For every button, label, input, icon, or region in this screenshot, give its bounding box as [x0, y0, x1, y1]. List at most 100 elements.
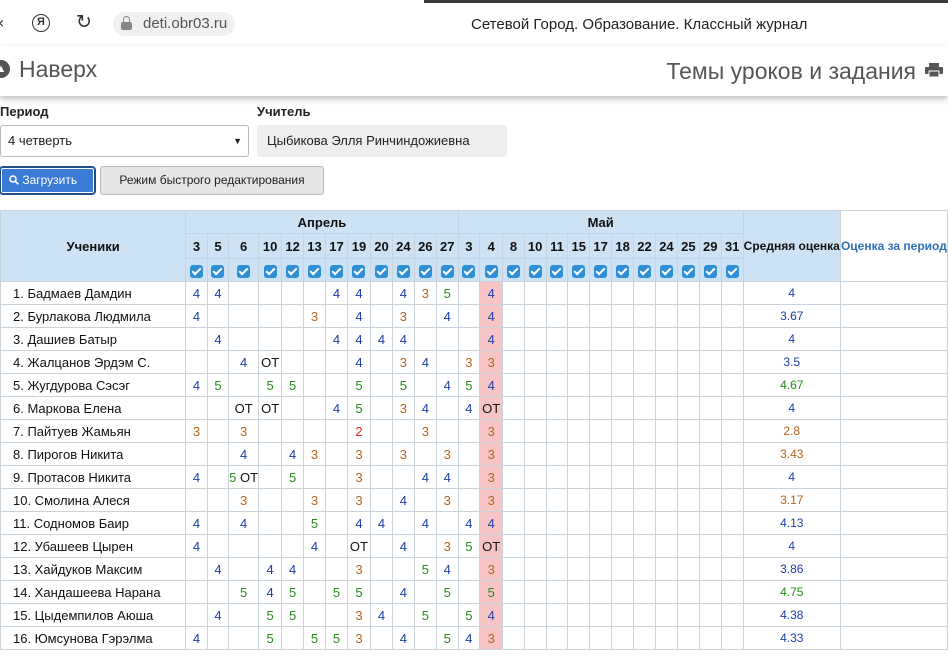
grade-cell[interactable]	[391, 557, 415, 581]
grade-cell[interactable]: 5	[258, 373, 283, 397]
grade-cell[interactable]: 4	[479, 603, 504, 627]
grade-cell[interactable]	[457, 488, 481, 512]
grade-cell[interactable]	[206, 488, 230, 512]
grade-cell[interactable]: 3	[346, 603, 372, 627]
grade-cell[interactable]	[523, 488, 547, 512]
grade-cell[interactable]	[281, 511, 305, 535]
address-bar[interactable]: deti.obr03.ru	[113, 12, 236, 36]
grade-cell[interactable]	[567, 534, 591, 558]
grade-cell[interactable]	[303, 327, 326, 351]
grade-cell[interactable]	[589, 304, 613, 328]
grade-cell[interactable]	[370, 281, 393, 305]
grade-cell[interactable]	[676, 304, 700, 328]
grade-cell[interactable]	[457, 465, 481, 489]
grade-cell[interactable]: 3	[228, 419, 260, 443]
grade-cell[interactable]	[281, 396, 305, 420]
grade-cell[interactable]	[370, 350, 393, 374]
grade-cell[interactable]: 4	[370, 603, 393, 627]
grade-cell[interactable]: 4	[435, 465, 459, 489]
grade-cell[interactable]	[676, 488, 700, 512]
day-header[interactable]: 8	[502, 233, 525, 259]
grade-cell[interactable]	[370, 442, 393, 466]
grade-cell[interactable]	[611, 580, 635, 604]
grade-cell[interactable]	[325, 304, 348, 328]
grade-cell[interactable]	[567, 442, 591, 466]
grade-cell[interactable]	[654, 603, 678, 627]
grade-cell[interactable]	[523, 465, 547, 489]
grade-cell[interactable]	[325, 419, 348, 443]
checkbox-checked-icon[interactable]	[440, 264, 454, 278]
grade-cell[interactable]	[391, 603, 415, 627]
period-grade-cell[interactable]	[839, 442, 948, 466]
grade-cell[interactable]: 3	[346, 626, 372, 650]
grade-cell[interactable]	[676, 603, 700, 627]
period-grade-cell[interactable]	[839, 626, 948, 650]
lesson-topics-link[interactable]: Темы уроков и задания	[666, 58, 916, 85]
grade-cell[interactable]	[611, 304, 635, 328]
checkbox-checked-icon[interactable]	[263, 264, 277, 278]
grade-cell[interactable]	[370, 580, 393, 604]
checkbox-checked-icon[interactable]	[703, 264, 717, 278]
grade-cell[interactable]: 4	[479, 281, 504, 305]
grade-cell[interactable]: 5	[479, 580, 504, 604]
grade-cell[interactable]	[720, 603, 744, 627]
checkbox-checked-icon[interactable]	[286, 264, 300, 278]
grade-cell[interactable]: 3	[435, 488, 459, 512]
grade-cell[interactable]: 4	[435, 373, 459, 397]
grade-cell[interactable]	[633, 281, 656, 305]
grade-cell[interactable]: 4	[206, 281, 230, 305]
grade-cell[interactable]	[206, 304, 230, 328]
grade-cell[interactable]	[370, 304, 393, 328]
checkbox-checked-icon[interactable]	[506, 264, 520, 278]
grade-cell[interactable]	[228, 304, 260, 328]
grade-cell[interactable]: 5	[281, 580, 305, 604]
grade-cell[interactable]	[654, 350, 678, 374]
grade-cell[interactable]	[325, 373, 348, 397]
grade-cell[interactable]	[567, 580, 591, 604]
grade-cell[interactable]	[502, 442, 525, 466]
grade-cell[interactable]	[325, 557, 348, 581]
grade-cell[interactable]	[258, 488, 283, 512]
grade-cell[interactable]	[676, 580, 700, 604]
grade-cell[interactable]	[654, 557, 678, 581]
grade-cell[interactable]	[435, 511, 459, 535]
grade-cell[interactable]: 5	[281, 603, 305, 627]
grade-cell[interactable]	[633, 350, 656, 374]
grade-cell[interactable]	[545, 603, 569, 627]
grade-cell[interactable]: 5	[346, 580, 372, 604]
grade-cell[interactable]: 5	[435, 281, 459, 305]
grade-cell[interactable]	[589, 465, 613, 489]
grade-cell[interactable]: ОТ	[258, 396, 283, 420]
grade-cell[interactable]	[325, 442, 348, 466]
grade-cell[interactable]: 3	[457, 350, 481, 374]
grade-cell[interactable]: 4	[370, 511, 393, 535]
grade-cell[interactable]	[435, 327, 459, 351]
grade-cell[interactable]: 4	[479, 373, 504, 397]
grade-cell[interactable]	[435, 603, 459, 627]
checkbox-checked-icon[interactable]	[211, 264, 225, 278]
day-header[interactable]: 24	[654, 233, 678, 259]
grade-cell[interactable]	[589, 626, 613, 650]
grade-cell[interactable]	[633, 304, 656, 328]
grade-cell[interactable]: 4	[258, 557, 283, 581]
grade-cell[interactable]	[611, 442, 635, 466]
grade-cell[interactable]	[633, 465, 656, 489]
grade-cell[interactable]	[228, 327, 260, 351]
grade-cell[interactable]	[228, 557, 260, 581]
grade-cell[interactable]	[303, 396, 326, 420]
period-grade-cell[interactable]	[839, 373, 948, 397]
grade-cell[interactable]: 4	[346, 281, 372, 305]
day-header[interactable]: 10	[523, 233, 547, 259]
period-grade-cell[interactable]	[839, 350, 948, 374]
grade-cell[interactable]	[676, 281, 700, 305]
grade-cell[interactable]: 3	[479, 442, 504, 466]
grade-cell[interactable]	[720, 350, 744, 374]
grade-cell[interactable]	[567, 396, 591, 420]
grade-cell[interactable]	[611, 281, 635, 305]
grade-cell[interactable]	[523, 350, 547, 374]
grade-cell[interactable]	[185, 488, 208, 512]
grade-cell[interactable]	[206, 511, 230, 535]
grade-cell[interactable]	[523, 626, 547, 650]
grade-cell[interactable]	[720, 396, 744, 420]
period-grade-cell[interactable]	[839, 281, 948, 305]
